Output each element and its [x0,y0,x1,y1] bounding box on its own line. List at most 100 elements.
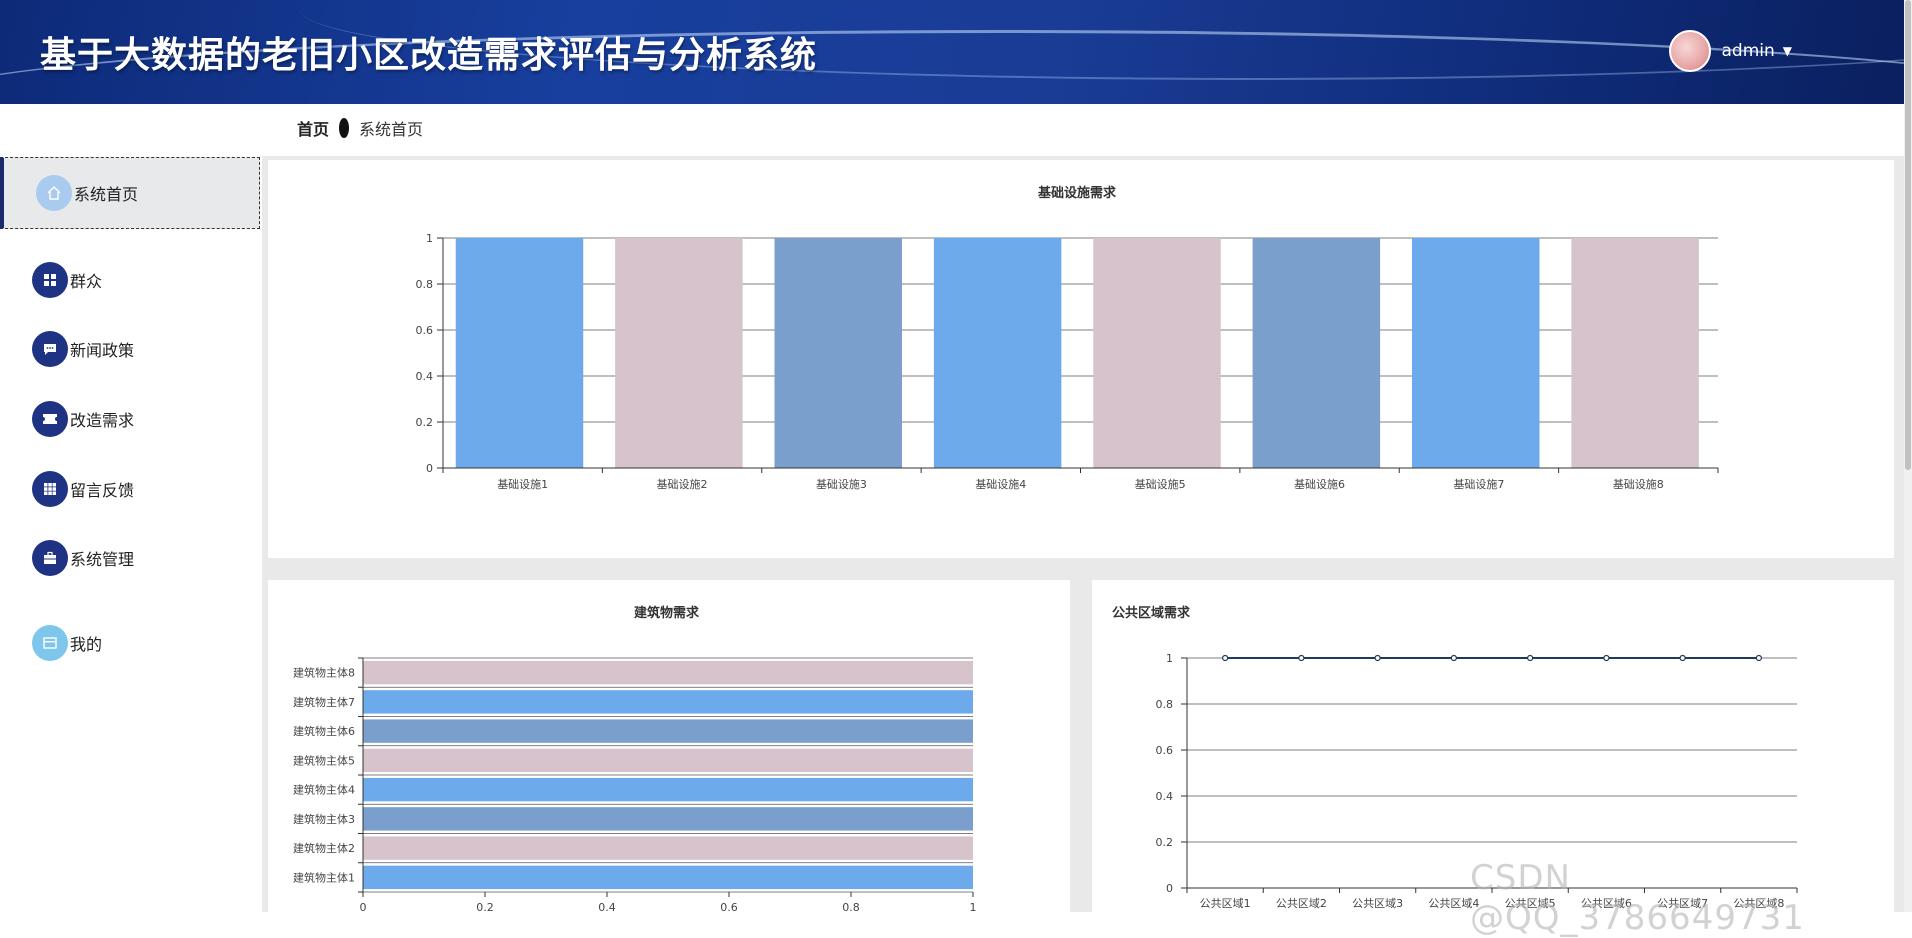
x-tick-label: 公共区域2 [1276,897,1327,910]
y-tick-label: 建筑物主体6 [293,724,355,738]
y-tick-label: 0.4 [416,370,434,383]
x-tick-label: 基础设施5 [1135,478,1186,491]
apps-icon [32,471,68,507]
data-point [1755,654,1762,662]
bar [455,238,584,468]
x-tick-label: 0.8 [842,901,860,912]
briefcase-icon [32,540,68,576]
y-tick-label: 建筑物主体4 [293,783,355,797]
y-tick-label: 0.6 [416,324,434,337]
y-tick-label: 0.8 [1156,698,1174,711]
avatar[interactable] [1669,30,1712,72]
user-menu[interactable]: admin ▼ [1669,30,1792,72]
data-point [1450,654,1457,662]
sidebar-item-label: 新闻政策 [70,341,135,360]
page-scrollbar[interactable] [1904,0,1912,912]
building-bar-chart: 0 0.2 0.4 0.6 0.8 1 建筑物主体1 建筑物主体2 建筑物主体3 建筑物主体4 建筑… [293,657,977,912]
bar [774,238,902,468]
sidebar-item-label: 系统首页 [74,185,139,204]
sidebar-item-label: 改造需求 [70,411,135,430]
y-tick-label: 建筑物主体8 [293,666,355,680]
x-tick-label: 基础设施4 [975,478,1026,491]
sidebar-item-feedback[interactable]: 留言反馈 [0,453,260,525]
sidebar-item-news-policy[interactable]: 新闻政策 [0,313,260,385]
x-tick-label: 公共区域1 [1200,897,1251,910]
infrastructure-bar-chart: 0 0.2 0.4 0.6 0.8 1 基础设施1 基础设施2 基础设施3 基础设施4 基础设施5 基… [416,232,1719,491]
caret-down-icon[interactable]: ▼ [1783,44,1792,58]
x-tick-label: 0.2 [476,901,494,912]
bar [363,807,973,831]
bar [363,836,973,860]
infrastructure-chart-card: 基础设施需求 0 0.2 0.4 0.6 0.8 1 基础设施1 基础设施2 基础设施3 基础设施… [268,160,1894,558]
y-tick-label: 1 [1166,652,1173,665]
bar [363,690,973,714]
y-tick-label: 建筑物主体5 [293,753,355,767]
card-icon [32,625,68,661]
scrollbar-thumb[interactable] [1905,0,1911,470]
bar [1412,238,1540,468]
sidebar-item-public[interactable]: 群众 [0,244,260,316]
sidebar-item-label: 系统管理 [70,550,135,569]
message-icon [32,331,68,367]
bar [1252,238,1381,468]
data-point [1374,654,1381,662]
sidebar: 系统首页 群众 新闻政策 改造需求 留言反馈 系统管理 我的 [0,156,262,912]
y-tick-label: 0.2 [416,416,434,429]
breadcrumb-separator-icon [339,118,350,138]
x-tick-label: 0.4 [598,901,616,912]
x-tick-label: 基础设施8 [1613,478,1664,491]
bar [363,865,973,890]
bar [1093,238,1221,468]
top-header: 基于大数据的老旧小区改造需求评估与分析系统 admin ▼ [0,0,1912,104]
sidebar-item-label: 我的 [70,635,103,654]
y-tick-label: 0.2 [1156,836,1174,849]
y-tick-label: 0.6 [1156,744,1174,757]
breadcrumb: 首页 系统首页 [297,116,423,140]
bar [615,238,743,468]
username[interactable]: admin [1721,41,1774,61]
data-point [1222,654,1229,662]
y-tick-label: 建筑物主体2 [293,841,355,855]
watermark: CSDN @QQ_3786649731 [1470,858,1805,938]
x-tick-label: 1 [970,901,977,912]
y-tick-label: 0 [426,462,433,475]
x-tick-label: 0.6 [720,901,738,912]
sidebar-item-system-management[interactable]: 系统管理 [0,522,260,594]
data-point [1679,654,1686,662]
data-point [1527,654,1534,662]
bar [1571,238,1699,468]
sidebar-item-mine[interactable]: 我的 [0,607,260,679]
bar [363,660,973,685]
app-title: 基于大数据的老旧小区改造需求评估与分析系统 [40,35,818,76]
y-tick-label: 建筑物主体3 [293,812,355,826]
y-tick-label: 建筑物主体1 [293,870,355,884]
x-tick-label: 基础设施6 [1294,478,1345,491]
bar [363,777,973,802]
sidebar-item-label: 留言反馈 [70,481,135,500]
grid-icon [32,262,68,298]
sidebar-item-label: 群众 [70,272,103,291]
sidebar-item-home[interactable]: 系统首页 [0,157,260,229]
home-icon [36,175,72,211]
x-tick-label: 基础设施3 [816,478,867,491]
x-tick-label: 0 [360,901,367,912]
breadcrumb-current: 系统首页 [359,120,424,139]
building-chart-card: 建筑物需求 0 0.2 0.4 0.6 0.8 1 建筑物主体1 建筑物主体2 建筑物主体3 建筑… [268,580,1070,912]
y-tick-label: 0.4 [1156,790,1174,803]
sidebar-item-renovation-demand[interactable]: 改造需求 [0,383,260,455]
y-tick-label: 1 [426,232,433,245]
y-tick-label: 0 [1166,882,1173,895]
data-point [1603,654,1610,662]
bar [363,748,973,773]
ticket-icon [32,401,68,437]
x-tick-label: 基础设施7 [1453,478,1504,491]
x-tick-label: 公共区域3 [1352,897,1403,910]
x-tick-label: 基础设施2 [657,478,708,491]
x-tick-label: 基础设施1 [497,478,548,491]
breadcrumb-home[interactable]: 首页 [297,116,329,140]
bar [363,719,973,743]
bar [933,238,1062,468]
data-point [1298,654,1305,662]
y-tick-label: 建筑物主体7 [293,695,355,709]
y-tick-label: 0.8 [416,278,434,291]
